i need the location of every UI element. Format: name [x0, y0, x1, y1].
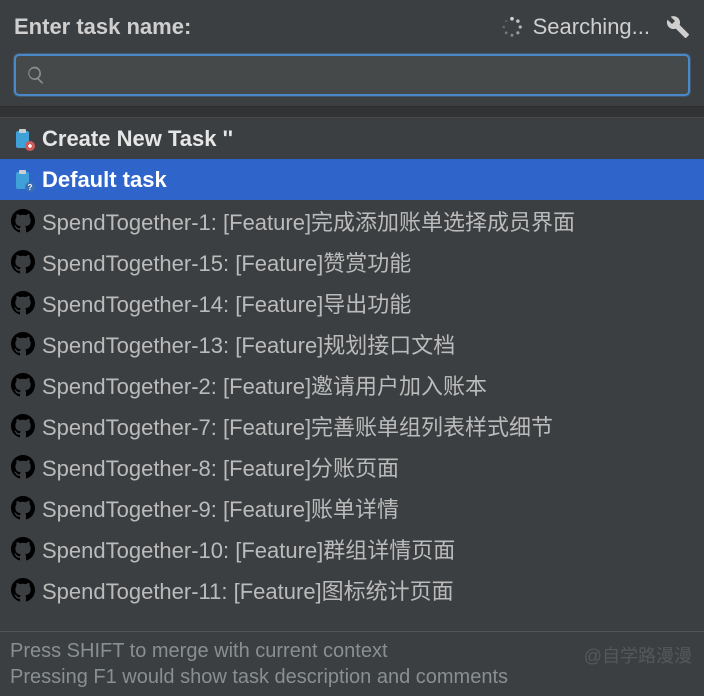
task-item[interactable]: SpendTogether-14: [Feature]导出功能: [0, 282, 704, 323]
github-icon: [10, 495, 36, 521]
task-item[interactable]: ? Default task: [0, 159, 704, 200]
task-item-label: Create New Task '': [42, 126, 233, 152]
github-icon: [10, 454, 36, 480]
header-divider: [0, 106, 704, 118]
github-icon: [10, 413, 36, 439]
task-item-label: SpendTogether-15: [Feature]赞赏功能: [42, 246, 411, 278]
header-label: Enter task name:: [14, 14, 501, 40]
github-icon: [10, 331, 36, 357]
github-icon: [10, 208, 36, 234]
svg-text:?: ?: [28, 183, 33, 192]
search-input[interactable]: [54, 64, 678, 87]
status-text: Searching...: [533, 14, 650, 40]
task-item-label: SpendTogether-11: [Feature]图标统计页面: [42, 574, 454, 606]
task-item-label: Default task: [42, 167, 167, 193]
search-container: [0, 52, 704, 106]
hint-line-1: Press SHIFT to merge with current contex…: [10, 638, 694, 664]
task-item[interactable]: SpendTogether-15: [Feature]赞赏功能: [0, 241, 704, 282]
task-item[interactable]: SpendTogether-2: [Feature]邀请用户加入账本: [0, 364, 704, 405]
task-item-label: SpendTogether-2: [Feature]邀请用户加入账本: [42, 369, 487, 401]
task-item-label: SpendTogether-8: [Feature]分账页面: [42, 451, 399, 483]
task-item-label: SpendTogether-1: [Feature]完成添加账单选择成员界面: [42, 205, 575, 237]
hint-footer: Press SHIFT to merge with current contex…: [0, 631, 704, 696]
hint-line-2: Pressing F1 would show task description …: [10, 664, 694, 690]
search-box[interactable]: [14, 54, 690, 96]
task-item-label: SpendTogether-13: [Feature]规划接口文档: [42, 328, 455, 360]
task-item-label: SpendTogether-14: [Feature]导出功能: [42, 287, 411, 319]
spinner-icon: [501, 16, 523, 38]
search-icon: [26, 65, 46, 85]
dialog-header: Enter task name: Searching...: [0, 0, 704, 52]
task-item-label: SpendTogether-7: [Feature]完善账单组列表样式细节: [42, 410, 553, 442]
task-list: Create New Task ''? Default task SpendToge…: [0, 118, 704, 610]
github-icon: [10, 249, 36, 275]
clipboard-new-icon: [10, 126, 36, 152]
task-item-label: SpendTogether-10: [Feature]群组详情页面: [42, 533, 455, 565]
task-item[interactable]: SpendTogether-1: [Feature]完成添加账单选择成员界面: [0, 200, 704, 241]
task-item[interactable]: SpendTogether-10: [Feature]群组详情页面: [0, 528, 704, 569]
task-item[interactable]: SpendTogether-8: [Feature]分账页面: [0, 446, 704, 487]
clipboard-q-icon: ?: [10, 167, 36, 193]
settings-wrench-icon[interactable]: [666, 15, 690, 39]
github-icon: [10, 536, 36, 562]
task-item[interactable]: SpendTogether-13: [Feature]规划接口文档: [0, 323, 704, 364]
task-item[interactable]: Create New Task '': [0, 118, 704, 159]
header-status: Searching...: [501, 14, 650, 40]
task-item[interactable]: SpendTogether-9: [Feature]账单详情: [0, 487, 704, 528]
github-icon: [10, 577, 36, 603]
task-item[interactable]: SpendTogether-11: [Feature]图标统计页面: [0, 569, 704, 610]
github-icon: [10, 290, 36, 316]
task-item-label: SpendTogether-9: [Feature]账单详情: [42, 492, 399, 524]
task-item[interactable]: SpendTogether-7: [Feature]完善账单组列表样式细节: [0, 405, 704, 446]
github-icon: [10, 372, 36, 398]
